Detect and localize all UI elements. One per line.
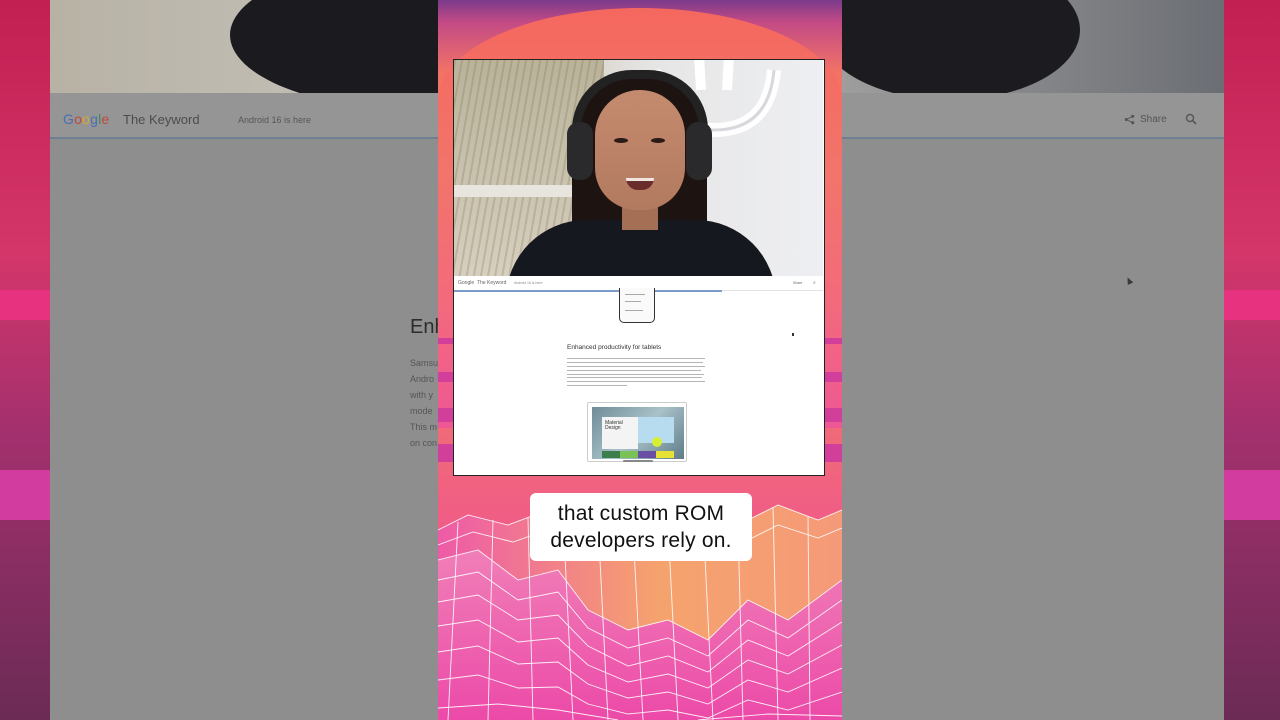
reading-progress-bar	[454, 290, 722, 292]
subtitle-caption: that custom ROM developers rely on.	[530, 493, 752, 561]
tablet-taskbar	[623, 460, 653, 462]
headphones-cup	[686, 122, 712, 180]
caption-line: that custom ROM	[557, 502, 725, 525]
backdrop-article-line: mode	[410, 406, 433, 416]
backdrop-article-line: with y	[410, 390, 434, 400]
headphones-cup	[567, 122, 593, 180]
phone-mockup	[619, 288, 655, 323]
backdrop-share-button[interactable]: Share	[1124, 114, 1167, 125]
backdrop-article-line: Andro	[410, 374, 435, 384]
backdrop-google-logo: Google	[63, 111, 110, 127]
screen-recording: Google The Keyword Android 16 is here Sh…	[454, 276, 823, 475]
presenter-eye	[614, 138, 628, 143]
section-title: Enhanced productivity for tablets	[567, 344, 662, 351]
tablet-sticker	[652, 437, 662, 447]
backdrop-article-line: This m	[410, 422, 437, 432]
backdrop-site-name: The Keyword	[123, 112, 200, 127]
backdrop-article-body: Samsu Andro with y mode This m on con	[410, 355, 440, 451]
backdrop-article-line: Samsu	[410, 358, 439, 368]
share-icon	[1124, 114, 1135, 125]
presenter-eye	[651, 138, 665, 143]
recording-breadcrumb: Android 16 is here	[514, 281, 543, 285]
webcam-feed	[454, 60, 823, 276]
caption-line: developers rely on.	[550, 529, 732, 552]
search-icon[interactable]	[1185, 113, 1197, 125]
search-icon[interactable]: ⌕	[813, 280, 816, 286]
backdrop-breadcrumb: Android 16 is here	[238, 115, 312, 125]
material-design-card: Material Design	[602, 417, 638, 449]
tablet-mockup: Material Design	[587, 402, 687, 462]
tablet-screen: Material Design	[592, 407, 684, 459]
backdrop-article-line: on con	[410, 438, 438, 448]
recording-site-name[interactable]: The Keyword	[477, 280, 506, 286]
video-frame: Google The Keyword Android 16 is here Sh…	[453, 59, 825, 476]
mouse-cursor	[792, 333, 794, 336]
recording-share-button[interactable]: Share	[793, 281, 802, 285]
recording-google-logo[interactable]: Google	[458, 280, 474, 286]
section-body-lines	[567, 358, 707, 389]
backdrop-share-label: Share	[1140, 114, 1167, 125]
tablet-color-chips	[602, 451, 674, 458]
material-design-title: Material Design	[605, 420, 623, 431]
